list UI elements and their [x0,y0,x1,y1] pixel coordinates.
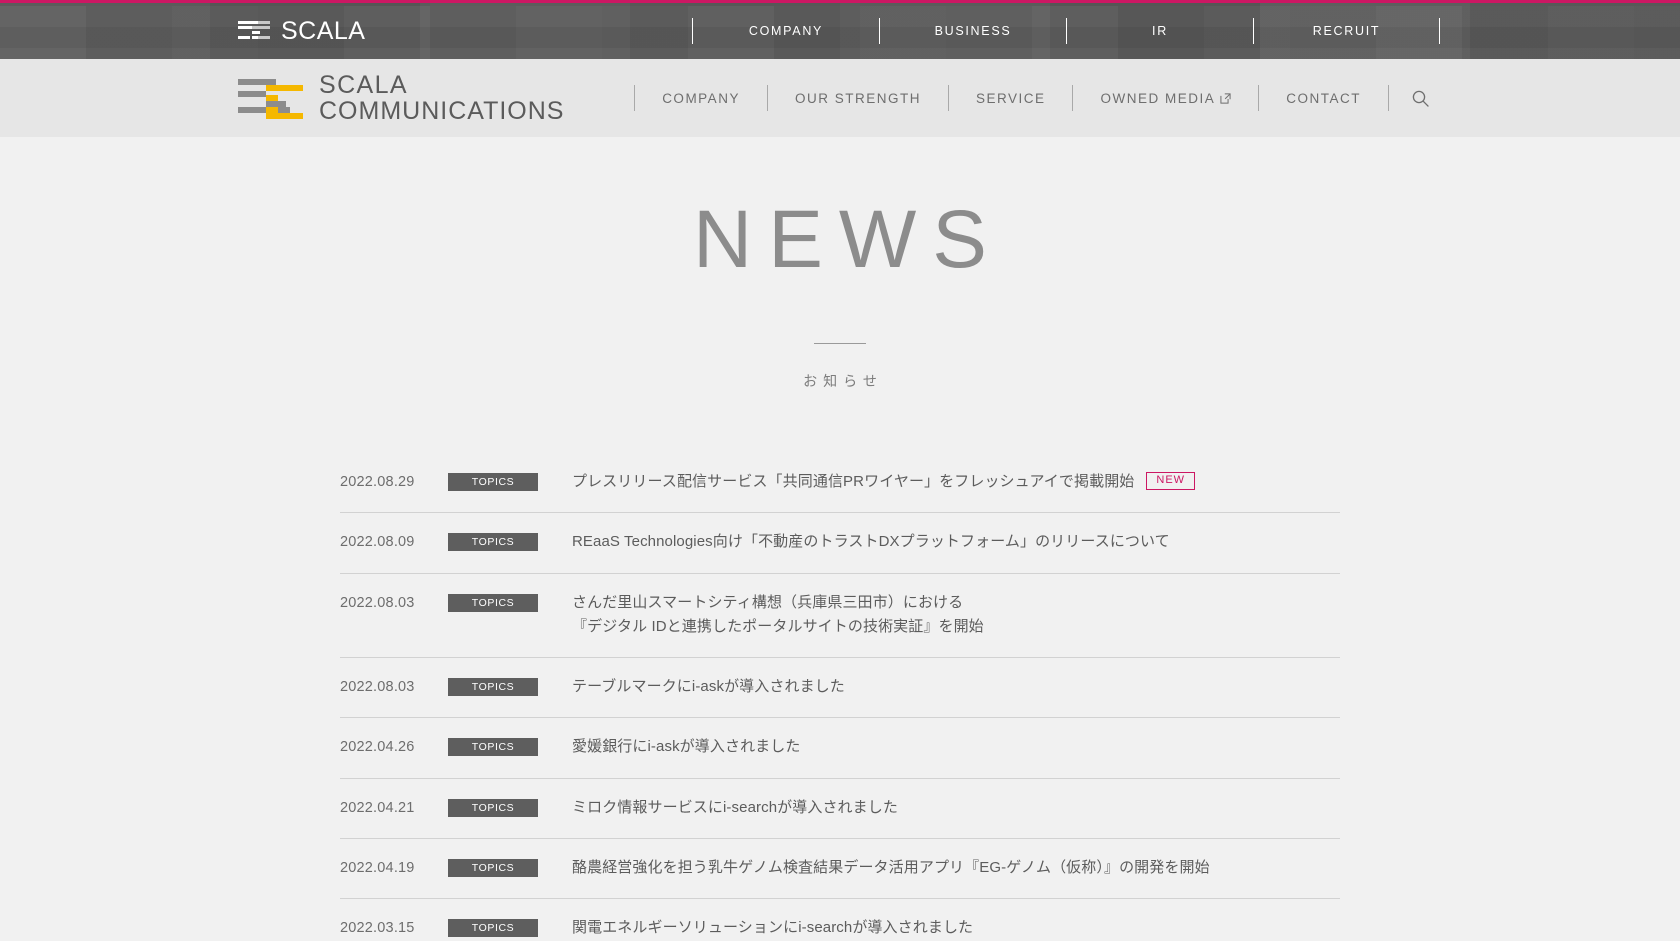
nav-item-contact-label: CONTACT [1286,90,1361,106]
corporate-nav: COMPANY BUSINESS IR RECRUIT [692,18,1440,44]
title-divider [814,343,866,344]
news-title: さんだ里山スマートシティ構想（兵庫県三田市）における 『デジタル IDと連携した… [572,591,984,640]
nav-item-owned-media[interactable]: OWNED MEDIA [1073,85,1258,111]
topnav-item-company[interactable]: COMPANY [692,18,879,44]
page-hero: NEWS お知らせ [0,137,1680,391]
logo-line-communications: COMMUNICATIONS [319,96,565,125]
news-body: さんだ里山スマートシティ構想（兵庫県三田市）における 『デジタル IDと連携した… [572,591,1340,640]
news-body: 関電エネルギーソリューションにi-searchが導入されました [572,916,1340,940]
news-category-badge: TOPICS [448,738,538,757]
nav-item-company[interactable]: COMPANY [635,85,767,111]
news-list-item[interactable]: 2022.08.09 TOPICS REaaS Technologies向け「不… [340,513,1340,574]
news-title-line-1: さんだ里山スマートシティ構想（兵庫県三田市）における [572,593,964,611]
news-list-item[interactable]: 2022.04.26 TOPICS 愛媛銀行にi-askが導入されました [340,718,1340,779]
news-date: 2022.08.03 [340,679,415,696]
news-list-item[interactable]: 2022.08.29 TOPICS プレスリリース配信サービス「共同通信PRワイ… [340,453,1340,514]
news-date: 2022.03.15 [340,920,415,937]
news-category-badge: TOPICS [448,533,538,552]
nav-item-company-label: COMPANY [662,90,740,106]
news-title-line-2: 『デジタル IDと連携したポータルサイトの技術実証』を開始 [572,617,984,635]
news-list-item[interactable]: 2022.08.03 TOPICS テーブルマークにi-askが導入されました [340,658,1340,719]
news-body: 愛媛銀行にi-askが導入されました [572,735,1340,759]
topnav-item-ir[interactable]: IR [1066,18,1253,44]
scala-communications-logo-mark-icon [238,79,303,119]
news-category-badge: TOPICS [448,593,538,612]
news-title: 酪農経営強化を担う乳牛ゲノム検査結果データ活用アプリ『EG-ゲノム（仮称）』の開… [572,859,1210,877]
news-body: プレスリリース配信サービス「共同通信PRワイヤー」をフレッシュアイで掲載開始 N… [572,470,1340,494]
scala-logo-mark-icon [238,21,270,39]
corporate-topbar: SCALA COMPANY BUSINESS IR RECRUIT [0,0,1680,59]
nav-item-service[interactable]: SERVICE [949,85,1073,111]
nav-item-our-strength-label: OUR STRENGTH [794,90,921,106]
scala-corporate-logo[interactable]: SCALA [238,16,366,45]
news-title: REaaS Technologies向け「不動産のトラストDXプラットフォーム」… [572,533,1170,551]
news-new-badge: NEW [1146,472,1196,490]
news-body: 酪農経営強化を担う乳牛ゲノム検査結果データ活用アプリ『EG-ゲノム（仮称）』の開… [572,856,1340,880]
news-date: 2022.04.26 [340,739,415,756]
news-category-badge: TOPICS [448,919,538,938]
topnav-item-recruit[interactable]: RECRUIT [1253,18,1440,44]
news-date: 2022.08.09 [340,534,415,551]
page-title: NEWS [693,194,1003,285]
search-button[interactable] [1389,89,1452,108]
external-link-icon [1220,92,1231,104]
page-subtitle: お知らせ [803,373,883,389]
topnav-item-business[interactable]: BUSINESS [879,18,1066,44]
news-body: テーブルマークにi-askが導入されました [572,675,1340,699]
news-body: REaaS Technologies向け「不動産のトラストDXプラットフォーム」… [572,530,1340,554]
news-title: プレスリリース配信サービス「共同通信PRワイヤー」をフレッシュアイで掲載開始 [572,473,1135,490]
nav-item-service-label: SERVICE [975,90,1046,106]
nav-item-our-strength[interactable]: OUR STRENGTH [768,85,948,111]
news-list-item[interactable]: 2022.08.03 TOPICS さんだ里山スマートシティ構想（兵庫県三田市）… [340,574,1340,659]
scala-wordmark: SCALA [281,16,366,45]
news-title: 愛媛銀行にi-askが導入されました [572,738,801,756]
main-nav: COMPANY OUR STRENGTH SERVICE OWNED MEDIA… [634,85,1452,111]
news-date: 2022.08.29 [340,474,415,490]
nav-item-owned-media-label: OWNED MEDIA [1100,90,1216,106]
news-list-item[interactable]: 2022.03.15 TOPICS 関電エネルギーソリューションにi-searc… [340,899,1340,941]
news-list: 2022.08.29 TOPICS プレスリリース配信サービス「共同通信PRワイ… [340,453,1340,941]
news-category-badge: TOPICS [448,859,538,878]
site-header: SCALA COMMUNICATIONS COMPANY OUR STRENGT… [0,59,1680,137]
search-icon [1412,90,1429,107]
nav-item-contact[interactable]: CONTACT [1259,85,1388,111]
news-list-item[interactable]: 2022.04.21 TOPICS ミロク情報サービスにi-searchが導入さ… [340,779,1340,840]
news-date: 2022.04.19 [340,860,415,877]
news-title: テーブルマークにi-askが導入されました [572,678,845,696]
news-title: 関電エネルギーソリューションにi-searchが導入されました [572,919,974,937]
news-title: ミロク情報サービスにi-searchが導入されました [572,798,898,816]
news-body: ミロク情報サービスにi-searchが導入されました [572,796,1340,820]
news-category-badge: TOPICS [448,473,538,491]
news-date: 2022.04.21 [340,799,415,816]
news-category-badge: TOPICS [448,678,538,697]
site-logo[interactable]: SCALA COMMUNICATIONS [238,70,565,125]
news-category-badge: TOPICS [448,798,538,817]
news-date: 2022.08.03 [340,594,415,611]
news-list-item[interactable]: 2022.04.19 TOPICS 酪農経営強化を担う乳牛ゲノム検査結果データ活… [340,839,1340,900]
logo-line-scala: SCALA [319,70,408,99]
